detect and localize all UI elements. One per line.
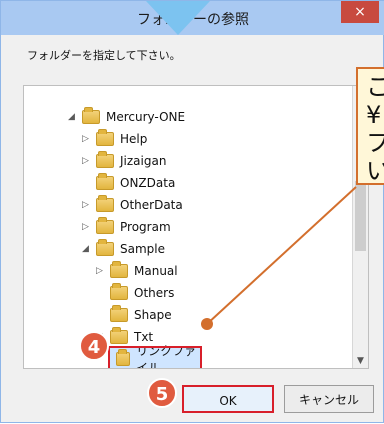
tree-item-label: ONZData bbox=[120, 176, 176, 190]
tree-item-label: リンクファイル bbox=[136, 344, 197, 369]
folder-icon bbox=[96, 129, 114, 146]
button-bar: 5 OK キャンセル bbox=[1, 377, 384, 424]
tree-item-label: Program bbox=[120, 220, 171, 234]
tree-item-label: Mercury-ONE bbox=[106, 110, 186, 124]
callout-text: こ ¥ フ い bbox=[366, 73, 384, 185]
tree-item-onzdata[interactable]: ONZData bbox=[82, 172, 175, 194]
folder-icon bbox=[96, 217, 114, 234]
tree-item-shape[interactable]: Shape bbox=[96, 304, 172, 326]
tree-item-label: Manual bbox=[134, 264, 178, 278]
expand-icon[interactable]: ◢ bbox=[82, 244, 92, 254]
folder-icon bbox=[110, 327, 128, 344]
tree-item-others[interactable]: Others bbox=[96, 282, 174, 304]
tree-item-label: OtherData bbox=[120, 198, 183, 212]
tree-item-otherdata[interactable]: ▷ OtherData bbox=[82, 194, 183, 216]
tree-item-manual[interactable]: ▷ Manual bbox=[96, 260, 178, 282]
folder-icon bbox=[82, 107, 100, 124]
folder-icon bbox=[110, 305, 128, 322]
cancel-button[interactable]: キャンセル bbox=[284, 385, 374, 413]
folder-icon bbox=[96, 195, 114, 212]
tree-item-link-file[interactable]: リンクファイル bbox=[108, 344, 202, 368]
expand-icon[interactable]: ▷ bbox=[82, 134, 92, 144]
expand-icon[interactable]: ◢ bbox=[68, 112, 78, 122]
tree-item-help[interactable]: ▷ Help bbox=[82, 128, 147, 150]
step-4-badge: 4 bbox=[79, 331, 109, 361]
scroll-down-icon[interactable]: ▼ bbox=[355, 356, 366, 366]
folder-browse-dialog: フォルダーの参照 × フォルダーを指定して下さい。 ◢ Mercury-ONE … bbox=[0, 0, 384, 423]
pointer-arrow-icon bbox=[146, 1, 210, 35]
expand-icon[interactable]: ▷ bbox=[82, 222, 92, 232]
folder-icon bbox=[96, 239, 114, 256]
scroll-thumb[interactable] bbox=[355, 181, 366, 251]
folder-icon bbox=[110, 283, 128, 300]
expand-icon[interactable]: ▷ bbox=[82, 156, 92, 166]
tree-item-sample[interactable]: ◢ Sample bbox=[82, 238, 165, 260]
instruction-text: フォルダーを指定して下さい。 bbox=[27, 49, 181, 62]
tree-item-jizaigan[interactable]: ▷ Jizaigan bbox=[82, 150, 166, 172]
tree-item-program[interactable]: ▷ Program bbox=[82, 216, 171, 238]
folder-icon bbox=[96, 151, 114, 168]
tree-item-label: Sample bbox=[120, 242, 165, 256]
tree-item-label: Help bbox=[120, 132, 148, 146]
ok-button[interactable]: OK bbox=[182, 385, 274, 413]
callout-box: こ ¥ フ い bbox=[356, 67, 384, 185]
expand-icon[interactable]: ▷ bbox=[96, 266, 106, 276]
tree-item-label: Shape bbox=[134, 308, 172, 322]
close-button[interactable]: × bbox=[341, 1, 379, 23]
folder-icon bbox=[110, 261, 128, 278]
step-5-badge: 5 bbox=[147, 378, 177, 408]
folder-icon bbox=[116, 349, 131, 366]
tree-item-label: Jizaigan bbox=[120, 154, 167, 168]
tree-item-mercury-one[interactable]: ◢ Mercury-ONE bbox=[68, 106, 185, 128]
tree-item-label: Others bbox=[134, 286, 175, 300]
folder-icon bbox=[96, 173, 114, 190]
folder-tree[interactable]: ◢ Mercury-ONE ▷ Help ▷ Jizaigan ONZData … bbox=[23, 85, 369, 369]
expand-icon[interactable]: ▷ bbox=[82, 200, 92, 210]
